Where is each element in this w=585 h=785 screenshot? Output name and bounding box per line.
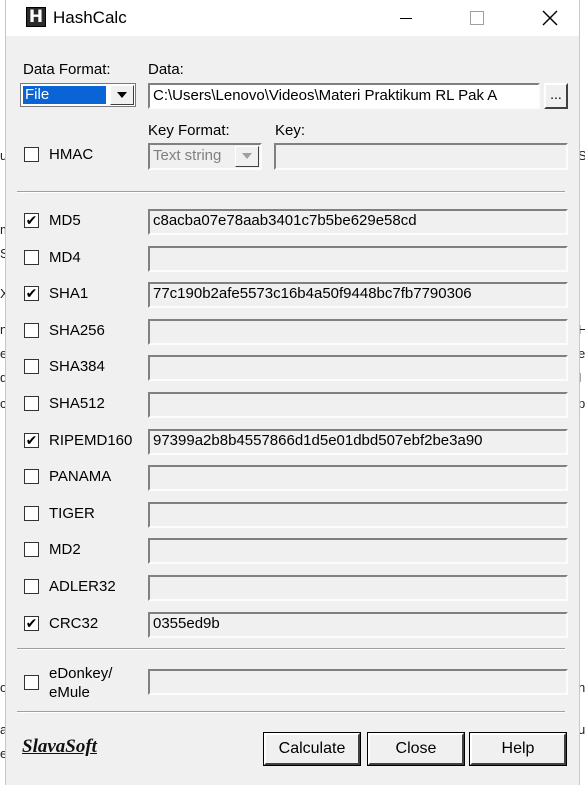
- hash-result: 0355ed9b: [148, 612, 568, 638]
- hash-checkbox[interactable]: ✔: [24, 213, 39, 228]
- maximize-button[interactable]: [453, 0, 503, 36]
- edonkey-checkbox[interactable]: [24, 675, 39, 690]
- key-format-value: Text string: [153, 147, 222, 164]
- edonkey-result: [148, 669, 568, 695]
- hash-checkbox[interactable]: [24, 542, 39, 557]
- hash-label: MD5: [49, 212, 81, 229]
- key-format-select[interactable]: Text string: [148, 143, 262, 170]
- hash-label: PANAMA: [49, 468, 112, 485]
- hash-result: [148, 538, 568, 564]
- key-format-label: Key Format:: [148, 122, 230, 139]
- separator: [17, 711, 565, 713]
- chevron-down-icon[interactable]: [110, 85, 134, 105]
- separator: [17, 191, 565, 193]
- edonkey-label: eDonkey/ eMule: [49, 664, 112, 702]
- data-format-value: File: [22, 85, 107, 105]
- separator: [17, 648, 565, 650]
- edonkey-label-line1: eDonkey/: [49, 665, 113, 682]
- hash-checkbox[interactable]: [24, 506, 39, 521]
- hash-result: [148, 502, 568, 528]
- hash-result: [148, 392, 568, 418]
- hash-label: CRC32: [49, 615, 99, 632]
- hash-result: c8acba07e78aab3401c7b5be629e58cd: [148, 209, 568, 235]
- data-input[interactable]: C:\Users\Lenovo\Videos\Materi Praktikum …: [148, 83, 540, 109]
- chevron-down-icon[interactable]: [235, 146, 259, 167]
- hash-label: MD2: [49, 541, 81, 558]
- key-label: Key:: [275, 122, 306, 139]
- close-button[interactable]: Close: [367, 732, 465, 766]
- edonkey-label-line2: eMule: [49, 684, 90, 701]
- key-input[interactable]: [274, 143, 568, 170]
- hash-checkbox[interactable]: ✔: [24, 433, 39, 448]
- hash-checkbox[interactable]: [24, 579, 39, 594]
- hash-result: [148, 246, 568, 272]
- close-window-button[interactable]: [524, 0, 574, 36]
- hash-result: [148, 465, 568, 491]
- data-format-select[interactable]: File: [20, 83, 136, 107]
- app-icon: H: [26, 7, 46, 27]
- hash-checkbox[interactable]: [24, 359, 39, 374]
- data-format-label: Data Format:: [23, 61, 111, 78]
- hash-result: [148, 355, 568, 381]
- browse-button[interactable]: ...: [544, 83, 568, 109]
- hash-result: [148, 575, 568, 601]
- help-button[interactable]: Help: [469, 732, 567, 766]
- hash-label: SHA384: [49, 358, 105, 375]
- hash-checkbox[interactable]: [24, 250, 39, 265]
- close-icon: [542, 10, 558, 26]
- data-label: Data:: [148, 61, 184, 78]
- hash-label: TIGER: [49, 505, 95, 522]
- hash-result: 97399a2b8b4557866d1d5e01dbd507ebf2be3a90: [148, 429, 568, 455]
- window-title: HashCalc: [53, 8, 127, 27]
- slavasoft-logo[interactable]: SlavaSoft: [22, 736, 97, 758]
- hash-label: RIPEMD160: [49, 432, 133, 449]
- hash-label: SHA256: [49, 322, 105, 339]
- hash-label: ADLER32: [49, 578, 116, 595]
- hmac-label: HMAC: [49, 146, 94, 163]
- hash-checkbox[interactable]: [24, 469, 39, 484]
- title-bar[interactable]: H HashCalc: [6, 0, 579, 36]
- hash-checkbox[interactable]: ✔: [24, 616, 39, 631]
- hash-result: 77c190b2afe5573c16b4a50f9448bc7fb7790306: [148, 282, 568, 308]
- hash-label: SHA1: [49, 285, 89, 302]
- hash-label: SHA512: [49, 395, 105, 412]
- hmac-checkbox[interactable]: [24, 147, 39, 162]
- hash-checkbox[interactable]: [24, 323, 39, 338]
- hash-checkbox[interactable]: ✔: [24, 286, 39, 301]
- calculate-button[interactable]: Calculate: [263, 732, 361, 766]
- hash-result: [148, 319, 568, 345]
- minimize-button[interactable]: [381, 0, 431, 36]
- hash-checkbox[interactable]: [24, 396, 39, 411]
- hash-label: MD4: [49, 249, 81, 266]
